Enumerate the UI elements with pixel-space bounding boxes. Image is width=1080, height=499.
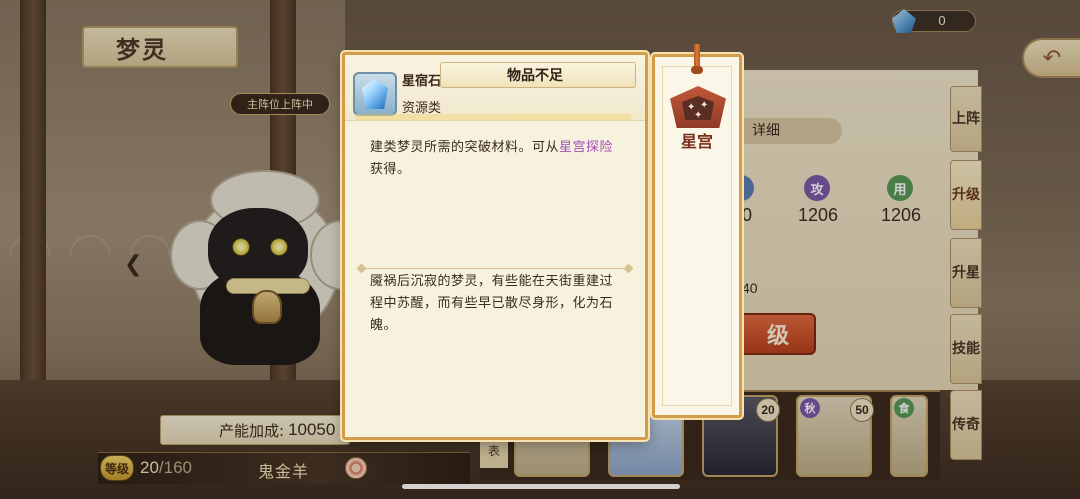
desc-text-end: 获得。 [370, 162, 411, 177]
item-lore: 魇祸后沉寂的梦灵，有些能在天街重建过程中苏醒，而有些早已散尽身形，化为石魄。 [370, 274, 614, 333]
bookmark-label: 星宫 [680, 132, 713, 151]
item-name: 星宿石 [402, 74, 442, 89]
star-palace-explore-link[interactable]: 星宫探险 [559, 140, 613, 155]
star-palace-emblem-icon: ✦ ✦ ✦ [670, 82, 726, 132]
desc-text: 建类梦灵所需的突破材料。可从 [370, 140, 560, 155]
header-highlight [355, 114, 631, 120]
home-indicator[interactable] [402, 484, 680, 489]
item-description: 建类梦灵所需的突破材料。可从星宫探险获得。 [370, 137, 622, 181]
insufficient-items-text: 物品不足 [507, 68, 563, 84]
insufficient-items-toast: 物品不足 [440, 62, 636, 88]
bookmark-knot [691, 66, 703, 74]
